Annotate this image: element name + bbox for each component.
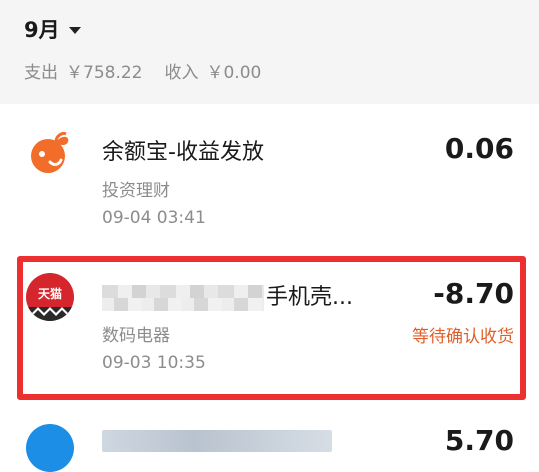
- item-amount: 0.06: [444, 132, 514, 165]
- summary-header: 9月 支出 ￥758.22 收入 ￥0.00: [0, 0, 539, 104]
- item-title: 手机壳...: [266, 285, 353, 310]
- item-category: 投资理财: [102, 181, 170, 201]
- list-item[interactable]: 天猫 手机壳... 数码电器 09-03 10:35 -8.70 等待确认收货: [0, 255, 539, 395]
- list-item[interactable]: 余额宝-收益发放 投资理财 09-04 03:41 0.06: [0, 110, 539, 250]
- item-title: 余额宝-收益发放: [102, 140, 264, 165]
- redacted-title: [102, 285, 264, 311]
- expense-label: 支出: [24, 63, 58, 83]
- list-item[interactable]: 5.70: [0, 408, 539, 472]
- yuebao-icon: [26, 128, 74, 176]
- expense-value: ￥758.22: [66, 63, 143, 83]
- item-amount: 5.70: [444, 424, 514, 457]
- order-status: 等待确认收货: [412, 327, 514, 347]
- item-time: 09-04 03:41: [102, 208, 206, 228]
- caret-down-icon: [68, 26, 81, 34]
- month-selector[interactable]: 9月: [24, 14, 81, 44]
- item-amount: -8.70: [433, 277, 514, 310]
- tmall-icon-text: 天猫: [38, 286, 62, 301]
- item-category: 数码电器: [102, 326, 170, 346]
- income-value: ￥0.00: [206, 63, 262, 83]
- income-label: 收入: [164, 63, 199, 83]
- redacted-title: [102, 430, 332, 452]
- item-time: 09-03 10:35: [102, 353, 206, 373]
- transfer-icon: [26, 424, 74, 472]
- month-label: 9月: [24, 18, 60, 42]
- tmall-icon: 天猫: [26, 273, 74, 321]
- monthly-summary: 支出 ￥758.22 收入 ￥0.00: [24, 58, 261, 83]
